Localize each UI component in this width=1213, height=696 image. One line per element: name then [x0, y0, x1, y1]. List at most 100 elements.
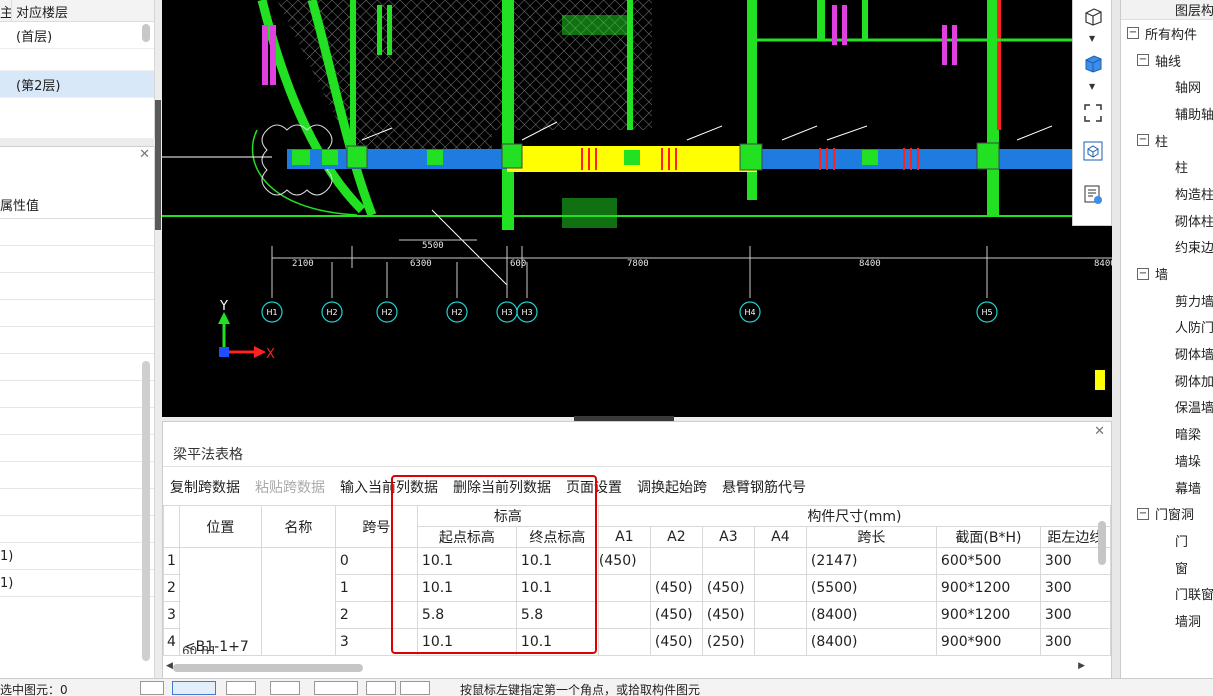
tree-item[interactable]: 墙洞 [1121, 607, 1213, 634]
tree-item[interactable]: 砌体加筋 [1121, 367, 1213, 394]
property-row[interactable]: 1) [0, 543, 154, 570]
tree-item[interactable]: − 所有构件 [1121, 20, 1213, 47]
cell-a3[interactable]: (450) [701, 601, 755, 629]
input-column-button[interactable]: 输入当前列数据 [340, 477, 438, 497]
cell-distance[interactable]: 300 [1039, 574, 1111, 602]
scroll-right-icon[interactable]: ▶ [1078, 661, 1085, 671]
cell-a1[interactable] [597, 574, 651, 602]
cell-start-elev[interactable]: 10.1 [416, 547, 517, 575]
property-row[interactable] [0, 489, 154, 516]
tree-item[interactable]: 门 [1121, 527, 1213, 554]
layer-list-icon[interactable] [1080, 182, 1106, 208]
tree-item[interactable]: 轴网 [1121, 73, 1213, 100]
cell-a4[interactable] [753, 628, 807, 656]
cell-span[interactable]: 0 [334, 547, 418, 575]
delete-column-button[interactable]: 删除当前列数据 [453, 477, 551, 497]
property-row[interactable] [0, 300, 154, 327]
tree-item[interactable]: 砌体柱 [1121, 207, 1213, 234]
property-scrollbar[interactable] [142, 361, 150, 661]
floor-row[interactable]: (首层) [0, 22, 154, 49]
floor-list-scrollbar[interactable] [142, 24, 150, 42]
cantilever-code-button[interactable]: 悬臂钢筋代号 [722, 477, 806, 497]
property-row[interactable] [0, 219, 154, 246]
cell-span[interactable]: 3 [334, 628, 418, 656]
cell-span[interactable]: 1 [334, 574, 418, 602]
tree-item[interactable]: 人防门 [1121, 314, 1213, 341]
tree-item[interactable]: − 轴线 [1121, 47, 1213, 74]
table-vertical-scrollbar[interactable] [1098, 521, 1106, 565]
collapse-icon[interactable]: − [1137, 54, 1149, 67]
cell-a1[interactable]: (450) [597, 547, 651, 575]
snap-mode-button[interactable] [140, 681, 164, 695]
rect-select-button[interactable] [172, 681, 216, 695]
cell-position[interactable]: <B1-1+7 [178, 547, 262, 656]
property-row[interactable] [0, 273, 154, 300]
tree-item[interactable]: 窗 [1121, 554, 1213, 581]
cell-span-length[interactable]: (8400) [805, 601, 937, 629]
cell-span[interactable]: 2 [334, 601, 418, 629]
cell-start-elev[interactable]: 10.1 [416, 574, 517, 602]
scroll-left-icon[interactable]: ◀ [166, 661, 173, 671]
page-setup-button[interactable]: 页面设置 [566, 477, 622, 497]
cell-a2[interactable]: (450) [649, 574, 703, 602]
copy-tool-button[interactable] [366, 681, 396, 695]
property-row[interactable]: 1) [0, 570, 154, 597]
cell-name[interactable] [260, 547, 336, 656]
tree-item[interactable]: 约束边缘 [1121, 234, 1213, 261]
floor-row-selected[interactable]: (第2层) [0, 71, 154, 98]
property-row[interactable] [0, 435, 154, 462]
cell-distance[interactable]: 300 [1039, 628, 1111, 656]
paste-span-button[interactable]: 粘贴跨数据 [255, 477, 325, 497]
cell-a3[interactable] [701, 547, 755, 575]
collapse-icon[interactable]: − [1137, 267, 1149, 280]
cell-section[interactable]: 900*1200 [935, 574, 1041, 602]
cell-section[interactable]: 900*1200 [935, 601, 1041, 629]
tree-item[interactable]: 门联窗 [1121, 580, 1213, 607]
tree-item[interactable]: 构造柱 [1121, 180, 1213, 207]
tree-item[interactable]: 墙垛 [1121, 447, 1213, 474]
cell-end-elev[interactable]: 10.1 [515, 574, 599, 602]
tree-item[interactable]: 辅助轴线 [1121, 100, 1213, 127]
cell-a1[interactable] [597, 628, 651, 656]
cell-a3[interactable]: (250) [701, 628, 755, 656]
property-row[interactable] [0, 354, 154, 381]
cell-a4[interactable] [753, 574, 807, 602]
collapse-icon[interactable]: − [1137, 134, 1149, 147]
cell-start-elev[interactable]: 10.1 [416, 628, 517, 656]
add-tool-button[interactable] [314, 681, 358, 695]
cell-section[interactable]: 900*900 [935, 628, 1041, 656]
tree-item[interactable]: − 墙 [1121, 260, 1213, 287]
cell-span-length[interactable]: (2147) [805, 547, 937, 575]
zoom-extents-icon[interactable] [1080, 100, 1106, 126]
cell-span-length[interactable]: (5500) [805, 574, 937, 602]
cell-a4[interactable] [753, 601, 807, 629]
edit-tool-button[interactable] [400, 681, 430, 695]
cell-end-elev[interactable]: 10.1 [515, 547, 599, 575]
solid-cube-icon[interactable] [1080, 50, 1106, 76]
close-icon[interactable]: ✕ [1094, 424, 1105, 439]
panel-splitter[interactable] [155, 100, 161, 230]
property-row[interactable] [0, 462, 154, 489]
cad-canvas[interactable]: 2100 6300 600 7800 8400 8400 5500 H1 H2 … [162, 0, 1112, 417]
cell-a2[interactable]: (450) [649, 628, 703, 656]
copy-span-button[interactable]: 复制跨数据 [170, 477, 240, 497]
chevron-down-icon[interactable]: ▼ [1089, 82, 1095, 91]
right-splitter[interactable] [1112, 0, 1120, 678]
property-row[interactable] [0, 246, 154, 273]
collapse-icon[interactable]: − [1137, 507, 1149, 520]
cross-select-button[interactable] [226, 681, 256, 695]
property-row[interactable] [0, 516, 154, 543]
cell-section[interactable]: 600*500 [935, 547, 1041, 575]
tree-item[interactable]: 砌体墙 [1121, 340, 1213, 367]
chevron-down-icon[interactable]: ▼ [1089, 34, 1095, 43]
cell-end-elev[interactable]: 5.8 [515, 601, 599, 629]
table-horizontal-scrollbar[interactable] [173, 664, 363, 672]
tree-item[interactable]: 剪力墙 [1121, 287, 1213, 314]
tree-item[interactable]: 暗梁 [1121, 420, 1213, 447]
3d-view-icon[interactable] [1080, 138, 1106, 164]
cube-view-icon[interactable] [1080, 3, 1106, 29]
cell-a3[interactable]: (450) [701, 574, 755, 602]
cell-start-elev[interactable]: 5.8 [416, 601, 517, 629]
tree-item[interactable]: − 柱 [1121, 127, 1213, 154]
swap-start-span-button[interactable]: 调换起始跨 [637, 477, 707, 497]
